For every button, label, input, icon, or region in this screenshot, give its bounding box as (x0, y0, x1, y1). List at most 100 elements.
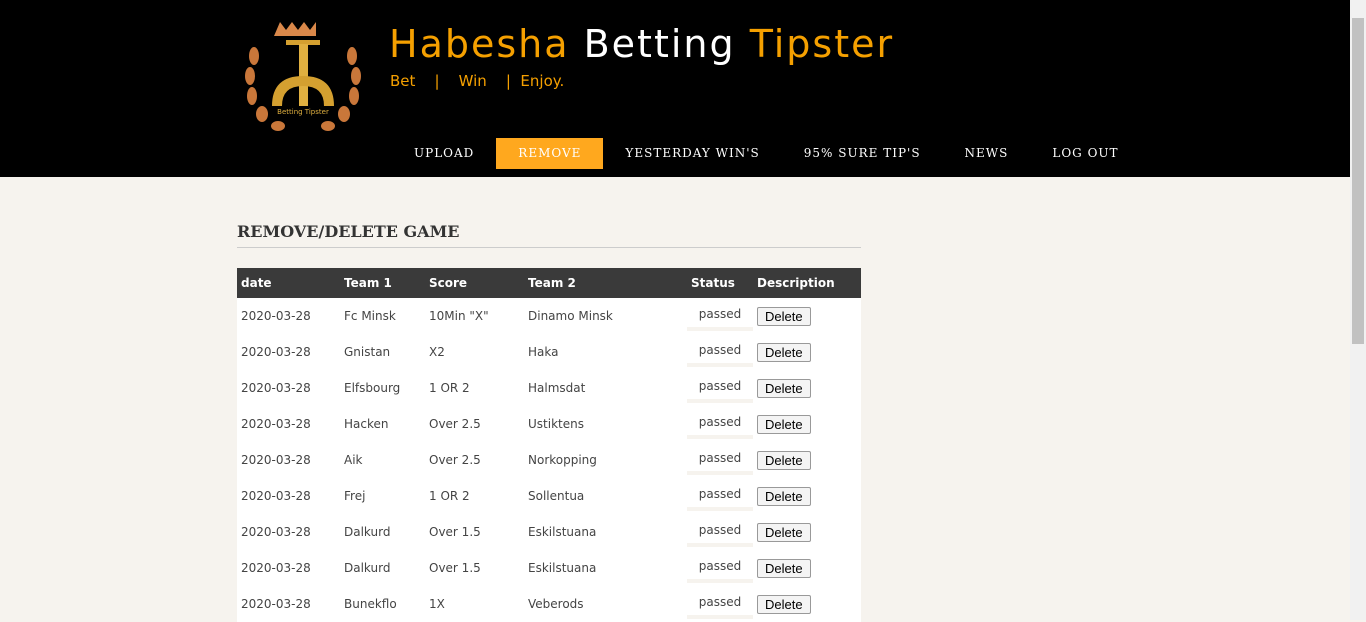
description-cell: Delete (753, 334, 861, 370)
description-cell: Delete (753, 370, 861, 406)
column-header: Score (425, 268, 524, 298)
cell: 2020-03-28 (241, 561, 311, 575)
cell: 2020-03-28 (241, 597, 311, 611)
status-cell: passed (687, 334, 753, 370)
delete-button[interactable]: Delete (757, 378, 811, 398)
cell: Over 2.5 (429, 417, 481, 431)
cell: 2020-03-28 (241, 489, 311, 503)
cell: Veberods (528, 597, 584, 611)
delete-button[interactable]: Delete (757, 594, 811, 614)
cell: Hacken (344, 417, 389, 431)
tagline: Bet | Win | Enjoy. (390, 72, 565, 90)
description-cell: Delete (753, 406, 861, 442)
cell: Eskilstuana (528, 525, 597, 539)
title-part: Betting (583, 22, 736, 66)
cell: 1 OR 2 (429, 381, 470, 395)
status-badge: passed (687, 379, 753, 403)
site-header: Betting Tipster Habesha Betting Tipster … (0, 0, 1350, 177)
status-cell: passed (687, 442, 753, 478)
nav-upload[interactable]: UPLOAD (392, 138, 496, 169)
table-row: 2020-03-28 Aik Over 2.5 Norkopping passed Del… (237, 442, 861, 478)
cell: 2020-03-28 (241, 525, 311, 539)
cell: Over 2.5 (429, 453, 481, 467)
cell: Norkopping (528, 453, 597, 467)
scrollbar[interactable] (1350, 0, 1366, 620)
title-part: Habesha (389, 22, 584, 66)
cell: Sollentua (528, 489, 585, 503)
status-badge: passed (687, 415, 753, 439)
delete-button[interactable]: Delete (757, 558, 811, 578)
scrollbar-thumb[interactable] (1352, 18, 1364, 344)
cell: Dalkurd (344, 525, 391, 539)
status-cell: passed (687, 550, 753, 586)
nav-remove[interactable]: REMOVE (496, 138, 604, 169)
nav-log-out[interactable]: LOG OUT (1030, 138, 1140, 169)
status-badge: passed (687, 559, 753, 583)
cell: Elfsbourg (344, 381, 401, 395)
column-header: date (237, 268, 340, 298)
description-cell: Delete (753, 298, 861, 334)
status-badge: passed (687, 595, 753, 619)
column-header: Status (687, 268, 753, 298)
status-cell: passed (687, 406, 753, 442)
cell: Halmsdat (528, 381, 586, 395)
status-cell: passed (687, 298, 753, 334)
status-badge: passed (687, 343, 753, 367)
description-cell: Delete (753, 586, 861, 622)
delete-button[interactable]: Delete (757, 486, 811, 506)
status-cell: passed (687, 586, 753, 622)
cell: Aik (344, 453, 363, 467)
nav-news[interactable]: NEWS (943, 138, 1031, 169)
table-row: 2020-03-28 Dalkurd Over 1.5 Eskilstuana pass… (237, 550, 861, 586)
status-cell: passed (687, 514, 753, 550)
table-row: 2020-03-28 Fc Minsk 10Min "X" Dinamo Minsk p… (237, 298, 861, 334)
status-badge: passed (687, 487, 753, 511)
cell: X2 (429, 345, 445, 359)
status-cell: passed (687, 370, 753, 406)
main-nav: UPLOAD REMOVE YESTERDAY WIN'S 95% SURE TIP'… (392, 138, 1141, 169)
logo-text: Betting Tipster (277, 108, 329, 116)
column-header: Team 1 (340, 268, 425, 298)
cell: Gnistan (344, 345, 391, 359)
cell: Fc Minsk (344, 309, 396, 323)
status-badge: passed (687, 451, 753, 475)
cell: 1X (429, 597, 445, 611)
table-row: 2020-03-28 Elfsbourg 1 OR 2 Halmsdat passed D… (237, 370, 861, 406)
cell: Bunekflo (344, 597, 397, 611)
cell: 2020-03-28 (241, 345, 311, 359)
delete-button[interactable]: Delete (757, 450, 811, 470)
main-content: REMOVE/DELETE GAME date Team 1 Score Team 2… (237, 222, 861, 622)
site-title: Habesha Betting Tipster (389, 22, 894, 66)
table-row: 2020-03-28 Dalkurd Over 1.5 Eskilstuana pass… (237, 514, 861, 550)
cell: 2020-03-28 (241, 309, 311, 323)
cell: Ustiktens (528, 417, 584, 431)
cell: Frej (344, 489, 366, 503)
status-badge: passed (687, 523, 753, 547)
delete-button[interactable]: Delete (757, 342, 811, 362)
cell: 2020-03-28 (241, 381, 311, 395)
cell: Dalkurd (344, 561, 391, 575)
cell: 1 OR 2 (429, 489, 470, 503)
nav-95-sure-tip-s[interactable]: 95% SURE TIP'S (782, 138, 943, 169)
delete-button[interactable]: Delete (757, 414, 811, 434)
description-cell: Delete (753, 478, 861, 514)
cell: 2020-03-28 (241, 453, 311, 467)
description-cell: Delete (753, 442, 861, 478)
cell: Dinamo Minsk (528, 309, 613, 323)
delete-button[interactable]: Delete (757, 522, 811, 542)
cell: Haka (528, 345, 559, 359)
column-header: Description (753, 268, 861, 298)
games-table: date Team 1 Score Team 2 Status Description 2… (237, 268, 861, 622)
page-title: REMOVE/DELETE GAME (237, 222, 861, 248)
description-cell: Delete (753, 514, 861, 550)
table-header-row: date Team 1 Score Team 2 Status Description (237, 268, 861, 298)
logo[interactable]: Betting Tipster (240, 16, 366, 140)
delete-button[interactable]: Delete (757, 306, 811, 326)
nav-yesterday-win-s[interactable]: YESTERDAY WIN'S (603, 138, 781, 169)
cell: Over 1.5 (429, 525, 481, 539)
description-cell: Delete (753, 550, 861, 586)
status-cell: passed (687, 478, 753, 514)
status-badge: passed (687, 307, 753, 331)
table-row: 2020-03-28 Bunekflo 1X Veberods passed Delete (237, 586, 861, 622)
table-row: 2020-03-28 Frej 1 OR 2 Sollentua passed Delet… (237, 478, 861, 514)
